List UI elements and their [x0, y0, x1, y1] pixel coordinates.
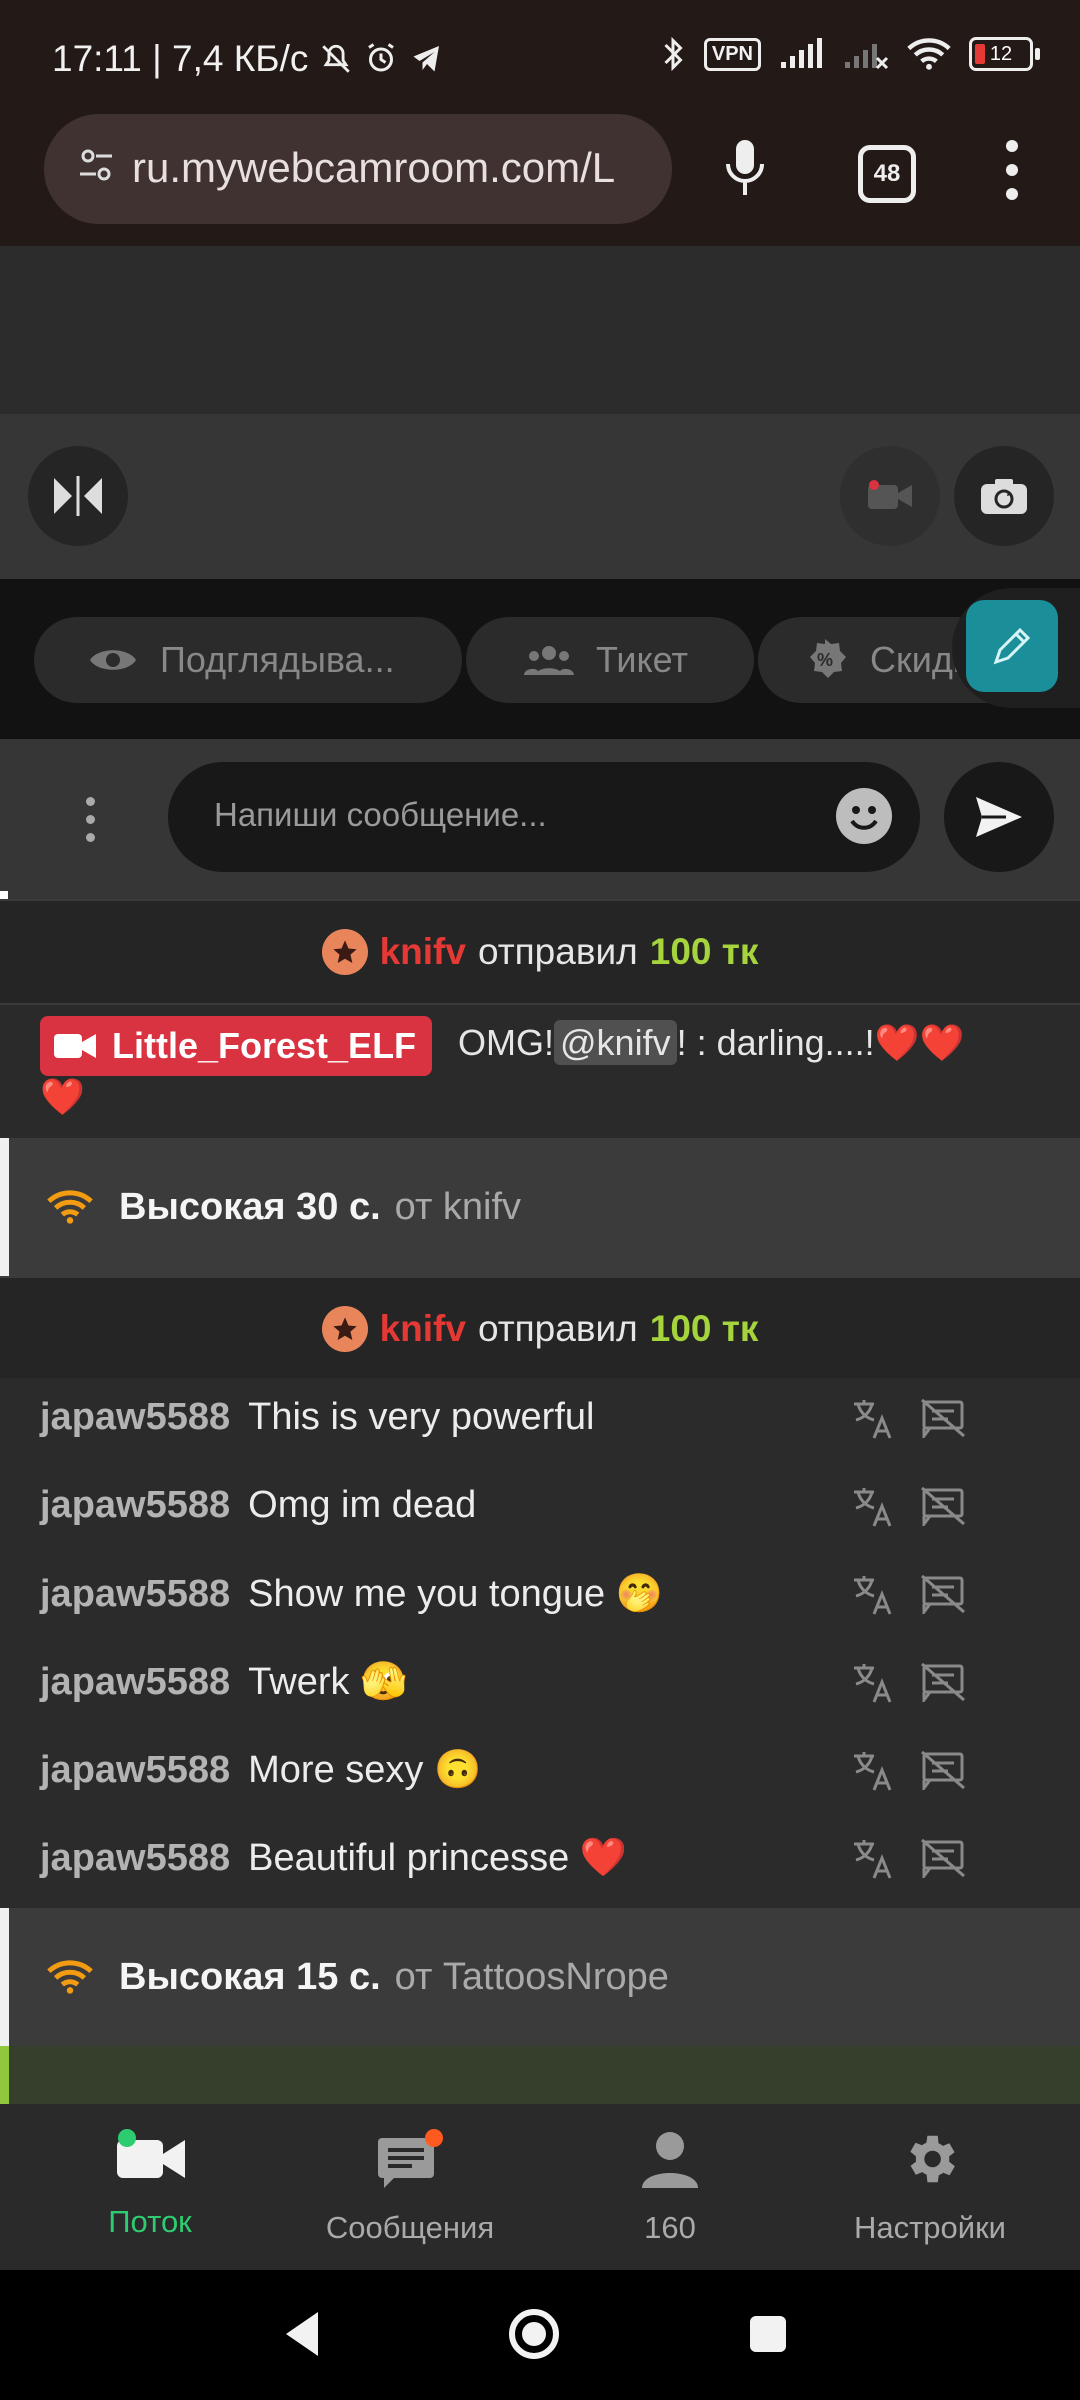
chat-list: [0, 1378, 1080, 1908]
signal-off-icon: [845, 44, 889, 70]
site-settings-icon[interactable]: [78, 146, 114, 186]
status-time-speed: 17:11 | 7,4 КБ/с: [52, 38, 445, 80]
chip-spy[interactable]: Подглядыва...: [34, 617, 462, 703]
camera-off-button[interactable]: [840, 446, 940, 546]
tip-row: knifv отправил 100 тк: [0, 1276, 1080, 1382]
nav-viewers[interactable]: 160: [540, 2128, 800, 2246]
switch-camera-button[interactable]: [954, 446, 1054, 546]
star-icon: [321, 1306, 368, 1352]
mute-icon[interactable]: [920, 1662, 966, 1702]
message-placeholder[interactable]: Напиши сообщение...: [214, 796, 547, 834]
translate-icon[interactable]: [850, 1396, 894, 1440]
chat-message: japaw5588 Omg im dead: [40, 1484, 476, 1527]
chat-text: This is very powerful: [248, 1396, 595, 1438]
tip-amount: 100 тк: [649, 931, 759, 972]
chat-text: Beautiful princesse ❤️: [248, 1837, 628, 1879]
priority-row: Высокая 30 с. от knifv: [0, 1138, 1080, 1276]
translate-icon[interactable]: [850, 1836, 894, 1880]
status-indicators: VPN 12: [660, 36, 1040, 72]
priority-signal-icon: [47, 1960, 93, 1994]
vpn-badge: VPN: [703, 37, 761, 71]
video-camera-icon: [54, 1034, 96, 1058]
chat-message: japaw5588 Show me you tongue 🤭: [40, 1572, 663, 1616]
pencil-icon: [993, 627, 1031, 665]
tip-row: knifv отправил 100 тк: [0, 899, 1080, 1005]
chat-text: Omg im dead: [248, 1484, 477, 1526]
priority-signal-icon: [47, 1190, 93, 1224]
mute-icon[interactable]: [920, 1486, 966, 1526]
home-icon[interactable]: [506, 2306, 562, 2362]
mirror-button[interactable]: [28, 446, 128, 546]
mention-tag[interactable]: @knifv: [554, 1020, 677, 1065]
send-icon: [976, 797, 1022, 837]
telegram-icon: [413, 46, 440, 72]
battery-indicator: 12: [969, 37, 1040, 71]
nav-settings[interactable]: Настройки: [800, 2128, 1060, 2246]
discount-icon: %: [810, 639, 846, 678]
chat-username[interactable]: japaw5588: [40, 1484, 230, 1526]
browser-menu-button[interactable]: [1004, 140, 1020, 200]
chat-username[interactable]: japaw5588: [40, 1837, 230, 1879]
tip-amount: 100 тк: [649, 1308, 759, 1349]
bell-off-icon: [321, 44, 350, 73]
chat-username[interactable]: japaw5588: [40, 1396, 230, 1438]
emoji-icon[interactable]: [836, 788, 892, 844]
chip-ticket[interactable]: Тикет: [466, 617, 754, 703]
signal-icon: [781, 38, 822, 68]
chat-text: Twerk 🫣: [248, 1661, 408, 1703]
feed-edge-marker: [0, 891, 8, 899]
chat-message: japaw5588 Twerk 🫣: [40, 1660, 407, 1704]
mirror-icon: [54, 476, 102, 516]
tip-nick[interactable]: knifv: [380, 931, 466, 973]
mute-icon[interactable]: [920, 1838, 966, 1878]
chat-message: japaw5588 This is very powerful: [40, 1396, 594, 1439]
video-camera-icon: [117, 2129, 185, 2178]
microphone-icon[interactable]: [722, 138, 768, 198]
broadcaster-message-text: OMG! @knifv! : darling....!❤️❤️: [458, 1020, 965, 1065]
composer-menu-button[interactable]: [84, 797, 96, 843]
mute-icon[interactable]: [920, 1750, 966, 1790]
tip-nick[interactable]: knifv: [380, 1308, 466, 1350]
video-camera-icon: [868, 480, 912, 509]
translate-icon[interactable]: [850, 1748, 894, 1792]
video-area: [0, 246, 1080, 414]
tip-action: отправил: [477, 1308, 638, 1349]
partial-feed-row: [0, 2046, 1080, 2104]
edit-button[interactable]: [966, 600, 1058, 692]
chat-username[interactable]: japaw5588: [40, 1661, 230, 1703]
url-text[interactable]: ru.mywebcamroom.com/L: [132, 144, 652, 192]
translate-icon[interactable]: [850, 1484, 894, 1528]
chat-text: Show me you tongue 🤭: [248, 1573, 664, 1615]
wifi-icon: [907, 38, 951, 70]
tab-switcher-button[interactable]: 48: [858, 145, 916, 203]
chat-username[interactable]: japaw5588: [40, 1749, 230, 1791]
person-icon: [642, 2132, 698, 2188]
camera-switch-icon: [981, 479, 1027, 514]
recents-icon[interactable]: [748, 2314, 788, 2354]
nav-stream[interactable]: Поток: [20, 2128, 280, 2240]
chat-message: japaw5588 Beautiful princesse ❤️: [40, 1836, 627, 1880]
messages-icon: [378, 2129, 443, 2188]
chat-message: japaw5588 More sexy 🙃: [40, 1748, 481, 1792]
translate-icon[interactable]: [850, 1572, 894, 1616]
chat-username[interactable]: japaw5588: [40, 1573, 230, 1615]
chat-text: More sexy 🙃: [248, 1749, 482, 1791]
heart-emoji: ❤️: [40, 1076, 85, 1117]
translate-icon[interactable]: [850, 1660, 894, 1704]
mute-icon[interactable]: [920, 1398, 966, 1438]
group-icon: [524, 646, 574, 675]
mute-icon[interactable]: [920, 1574, 966, 1614]
eye-icon: [90, 650, 136, 670]
tip-action: отправил: [477, 931, 638, 972]
priority-row: Высокая 15 с. от TattoosNrope: [0, 1908, 1080, 2046]
alarm-icon: [368, 43, 394, 72]
nav-messages[interactable]: Сообщения: [280, 2128, 540, 2246]
bluetooth-icon: [664, 36, 683, 72]
back-icon[interactable]: [282, 2310, 322, 2358]
svg-text:%: %: [817, 650, 833, 670]
send-button[interactable]: [944, 762, 1054, 872]
star-icon: [321, 929, 368, 975]
gear-icon: [910, 2135, 955, 2183]
broadcaster-badge[interactable]: Little_Forest_ELF: [40, 1016, 433, 1076]
